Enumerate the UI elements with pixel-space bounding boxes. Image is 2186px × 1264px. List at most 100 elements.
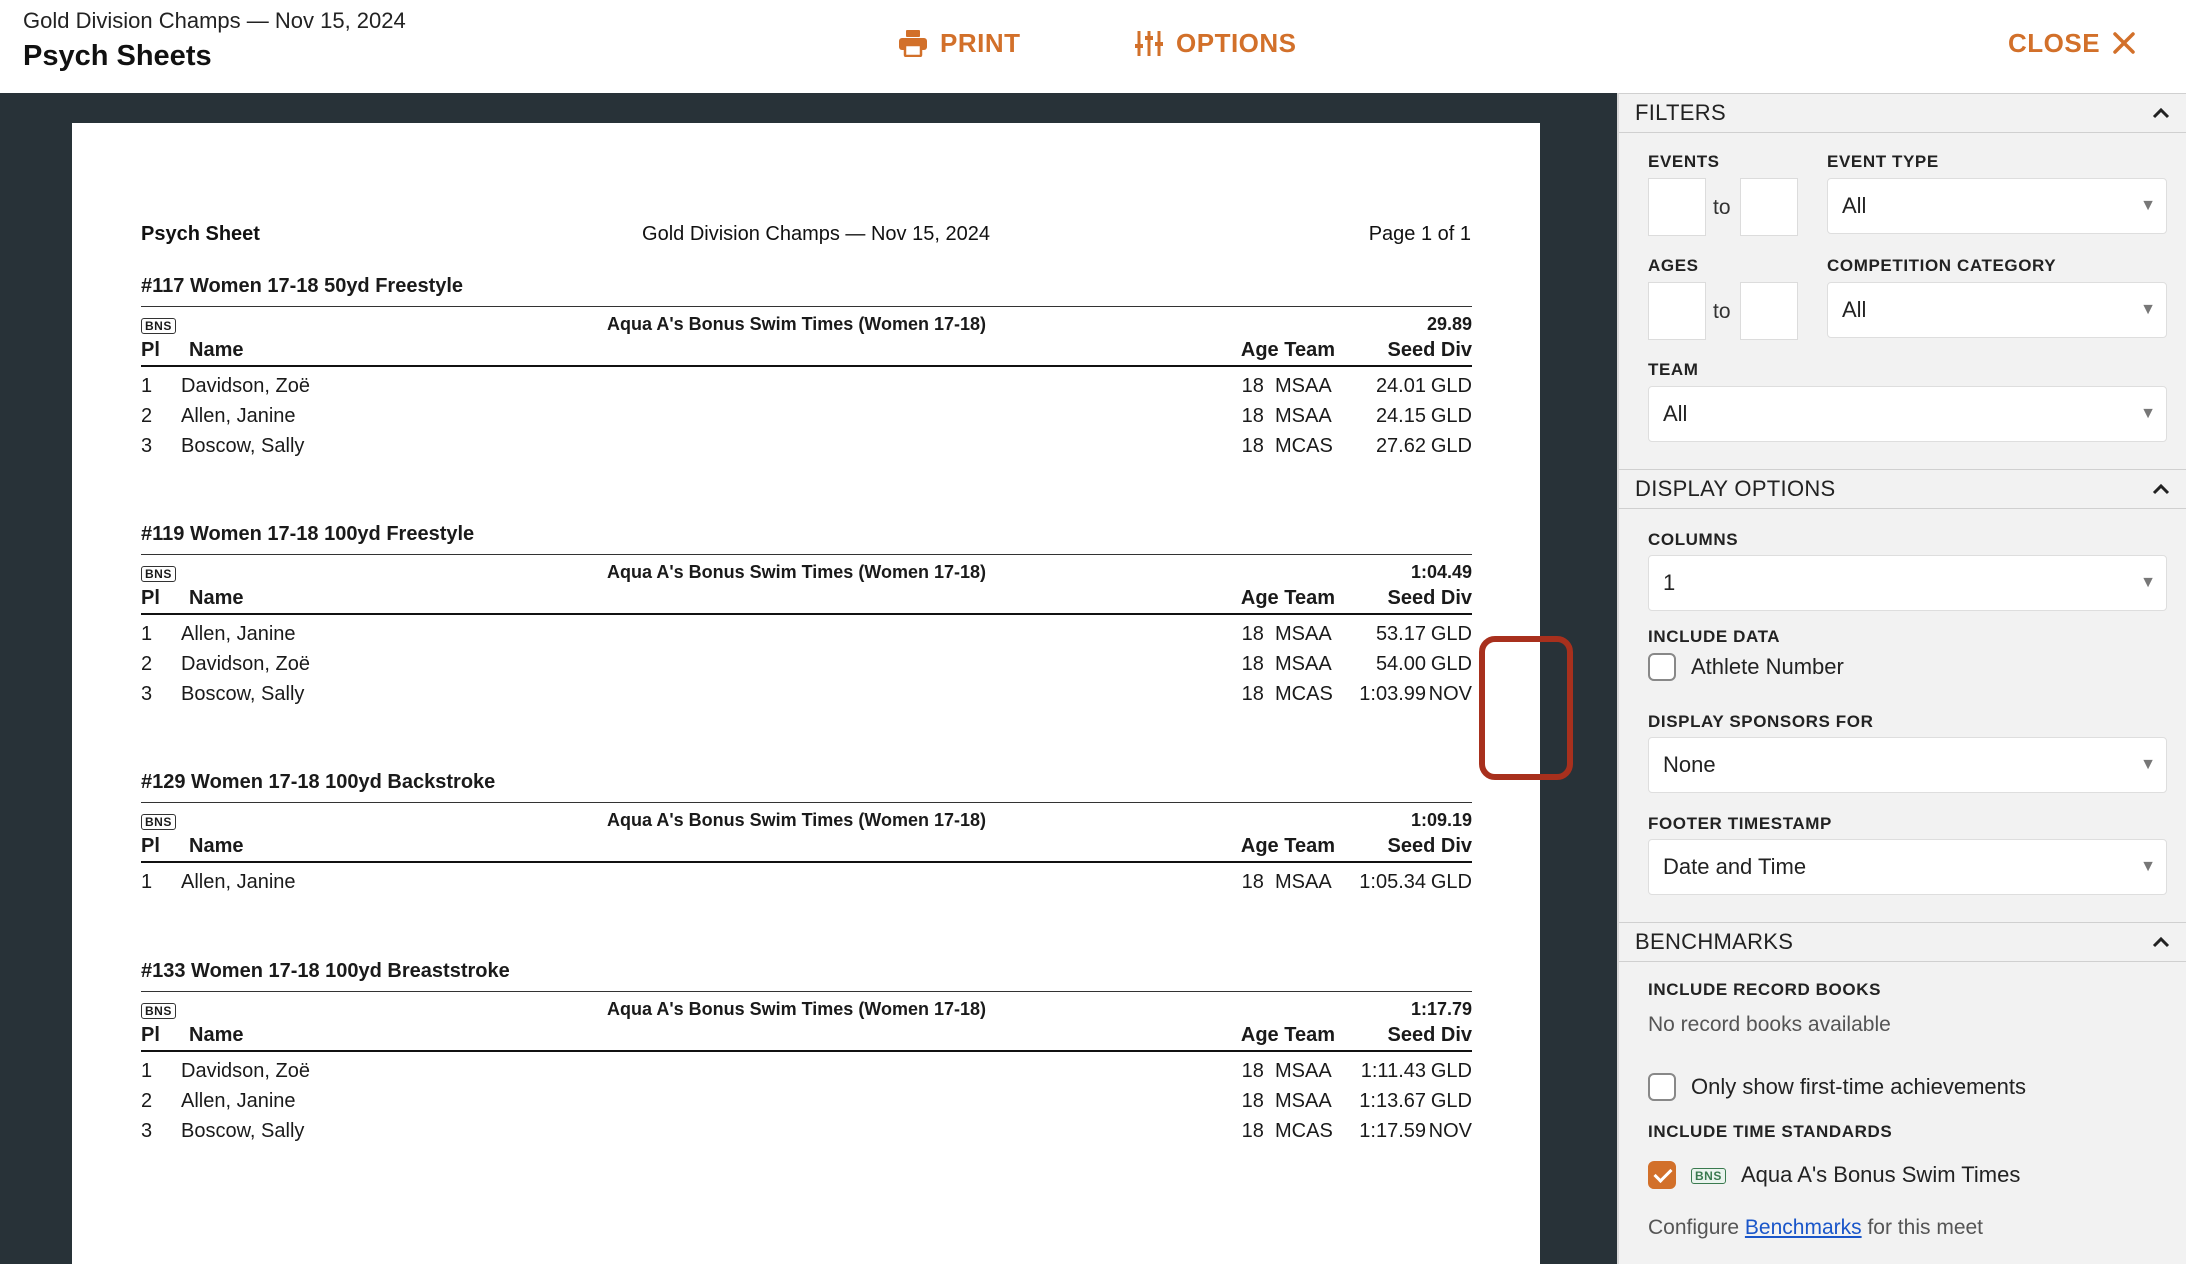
configure-suffix: for this meet	[1867, 1216, 1984, 1239]
display-sponsors-select[interactable]: None ▼	[1648, 737, 2167, 793]
col-name: Name	[189, 1024, 244, 1046]
seed-time: 24.01	[1375, 375, 1426, 397]
place: 1	[141, 375, 153, 397]
preview-area[interactable]: Psych Sheet Gold Division Champs — Nov 1…	[0, 93, 1617, 1264]
print-label: PRINT	[940, 27, 1021, 58]
display-options-heading: DISPLAY OPTIONS	[1635, 476, 1836, 501]
age-team: 18 MSAA	[1242, 1090, 1335, 1113]
benchmarks-header[interactable]: BENCHMARKS	[1619, 922, 2186, 962]
aqua-standard-checkbox[interactable]	[1648, 1161, 1676, 1189]
event-type-label: EVENT TYPE	[1827, 152, 1939, 171]
options-label: OPTIONS	[1176, 27, 1297, 58]
benchmarks-heading: BENCHMARKS	[1635, 929, 1794, 954]
col-seed-div: Seed Div	[1387, 587, 1472, 609]
athlete-name: Boscow, Sally	[181, 683, 305, 705]
options-button[interactable]: OPTIONS	[1134, 22, 1297, 64]
division: GLD	[1430, 623, 1472, 645]
division: GLD	[1430, 653, 1472, 675]
athlete-name: Davidson, Zoë	[181, 375, 310, 397]
column-headers: Pl Name Age Team Seed Div	[141, 1022, 1472, 1052]
division: GLD	[1430, 405, 1472, 427]
team: MCAS	[1275, 435, 1333, 457]
event-block: #117 Women 17-18 50yd Freestyle BNS Aqua A…	[141, 271, 1472, 463]
athlete-name: Davidson, Zoë	[181, 653, 310, 675]
column-headers: Pl Name Age Team Seed Div	[141, 585, 1472, 615]
seed-time: 27.62	[1375, 435, 1426, 457]
team-select[interactable]: All ▼	[1648, 386, 2167, 442]
athlete-name: Davidson, Zoë	[181, 1060, 310, 1082]
team-value: All	[1663, 401, 1688, 426]
table-row: 2 Allen, Janine 18 MSAA 24.15 GLD	[141, 403, 1472, 433]
seed-time: 1:11.43	[1360, 1060, 1426, 1082]
sheet-meet-name: Gold Division Champs — Nov 15, 2024	[642, 223, 990, 245]
highlight-annotation	[1479, 636, 1573, 780]
seed-time: 53.17	[1375, 623, 1426, 645]
close-label: CLOSE	[2008, 27, 2101, 58]
display-options-header[interactable]: DISPLAY OPTIONS	[1619, 469, 2186, 509]
col-name: Name	[189, 835, 244, 857]
col-pl: Pl	[141, 339, 160, 361]
athlete-name: Boscow, Sally	[181, 1120, 305, 1142]
first-time-checkbox[interactable]	[1648, 1073, 1676, 1101]
filters-heading: FILTERS	[1635, 100, 1726, 125]
table-row: 3 Boscow, Sally 18 MCAS 1:03.99 NOV	[141, 681, 1472, 711]
team: MSAA	[1275, 375, 1332, 397]
place: 1	[141, 623, 153, 645]
events-from-input[interactable]	[1648, 178, 1706, 236]
division: GLD	[1430, 375, 1472, 397]
ages-from-input[interactable]	[1648, 282, 1706, 340]
athlete-name: Allen, Janine	[181, 405, 296, 427]
benchmarks-link[interactable]: Benchmarks	[1745, 1216, 1862, 1239]
close-button[interactable]: CLOSE	[2008, 22, 2136, 64]
ages-to-input[interactable]	[1740, 282, 1798, 340]
place: 2	[141, 405, 153, 427]
column-headers: Pl Name Age Team Seed Div	[141, 337, 1472, 367]
athlete-name: Allen, Janine	[181, 871, 296, 893]
athlete-name: Allen, Janine	[181, 1090, 296, 1112]
caret-down-icon: ▼	[2140, 858, 2156, 875]
col-seed-div: Seed Div	[1387, 339, 1472, 361]
table-row: 1 Allen, Janine 18 MSAA 53.17 GLD	[141, 621, 1472, 651]
age-team: 18 MCAS	[1242, 435, 1335, 458]
division: NOV	[1428, 1120, 1472, 1142]
psych-sheet-page: Psych Sheet Gold Division Champs — Nov 1…	[72, 123, 1573, 1264]
entries-list: 1 Allen, Janine 18 MSAA 1:05.34 GLD	[141, 863, 1472, 899]
columns-label: COLUMNS	[1648, 530, 1739, 549]
place: 1	[141, 1060, 153, 1082]
age: 18	[1241, 683, 1264, 705]
close-icon	[2113, 32, 2135, 54]
competition-category-select[interactable]: All ▼	[1827, 282, 2167, 338]
printer-icon	[899, 30, 927, 57]
age-team: 18 MSAA	[1242, 375, 1335, 398]
footer-timestamp-select[interactable]: Date and Time ▼	[1648, 839, 2167, 895]
aqua-standard-label[interactable]: Aqua A's Bonus Swim Times	[1741, 1162, 2020, 1188]
seed-time: 24.15	[1375, 405, 1426, 427]
seed-time: 1:13.67	[1359, 1090, 1426, 1112]
athlete-number-checkbox[interactable]	[1648, 653, 1676, 681]
ages-to-label: to	[1713, 300, 1731, 323]
table-row: 2 Allen, Janine 18 MSAA 1:13.67 GLD	[141, 1088, 1472, 1118]
events-to-input[interactable]	[1740, 178, 1798, 236]
col-name: Name	[189, 587, 244, 609]
event-title: #133 Women 17-18 100yd Breaststroke	[141, 956, 1472, 992]
columns-select[interactable]: 1 ▼	[1648, 555, 2167, 611]
col-age-team: Age Team	[1240, 835, 1335, 857]
division: GLD	[1430, 871, 1472, 893]
entries-list: 1 Davidson, Zoë 18 MSAA 1:11.43 GLD 2 Allen, J…	[141, 1052, 1472, 1148]
athlete-number-label[interactable]: Athlete Number	[1691, 654, 1844, 680]
age-team: 18 MSAA	[1242, 405, 1335, 428]
age-team: 18 MSAA	[1242, 653, 1335, 676]
col-age-team: Age Team	[1240, 1024, 1335, 1046]
team: MCAS	[1275, 1120, 1333, 1142]
place: 3	[141, 1120, 153, 1142]
print-button[interactable]: PRINT	[898, 22, 1021, 64]
event-type-select[interactable]: All ▼	[1827, 178, 2167, 234]
filters-header[interactable]: FILTERS	[1619, 93, 2186, 133]
table-row: 1 Davidson, Zoë 18 MSAA 1:11.43 GLD	[141, 1058, 1472, 1088]
time-standard-cut: 1:09.19	[1410, 810, 1472, 830]
athlete-name: Allen, Janine	[181, 623, 296, 645]
time-standard-row: BNS Aqua A's Bonus Swim Times (Women 17-1…	[141, 555, 1472, 585]
time-standard-name: Aqua A's Bonus Swim Times (Women 17-18)	[606, 314, 987, 334]
division: GLD	[1430, 1060, 1472, 1082]
first-time-label[interactable]: Only show first-time achievements	[1691, 1074, 2026, 1100]
